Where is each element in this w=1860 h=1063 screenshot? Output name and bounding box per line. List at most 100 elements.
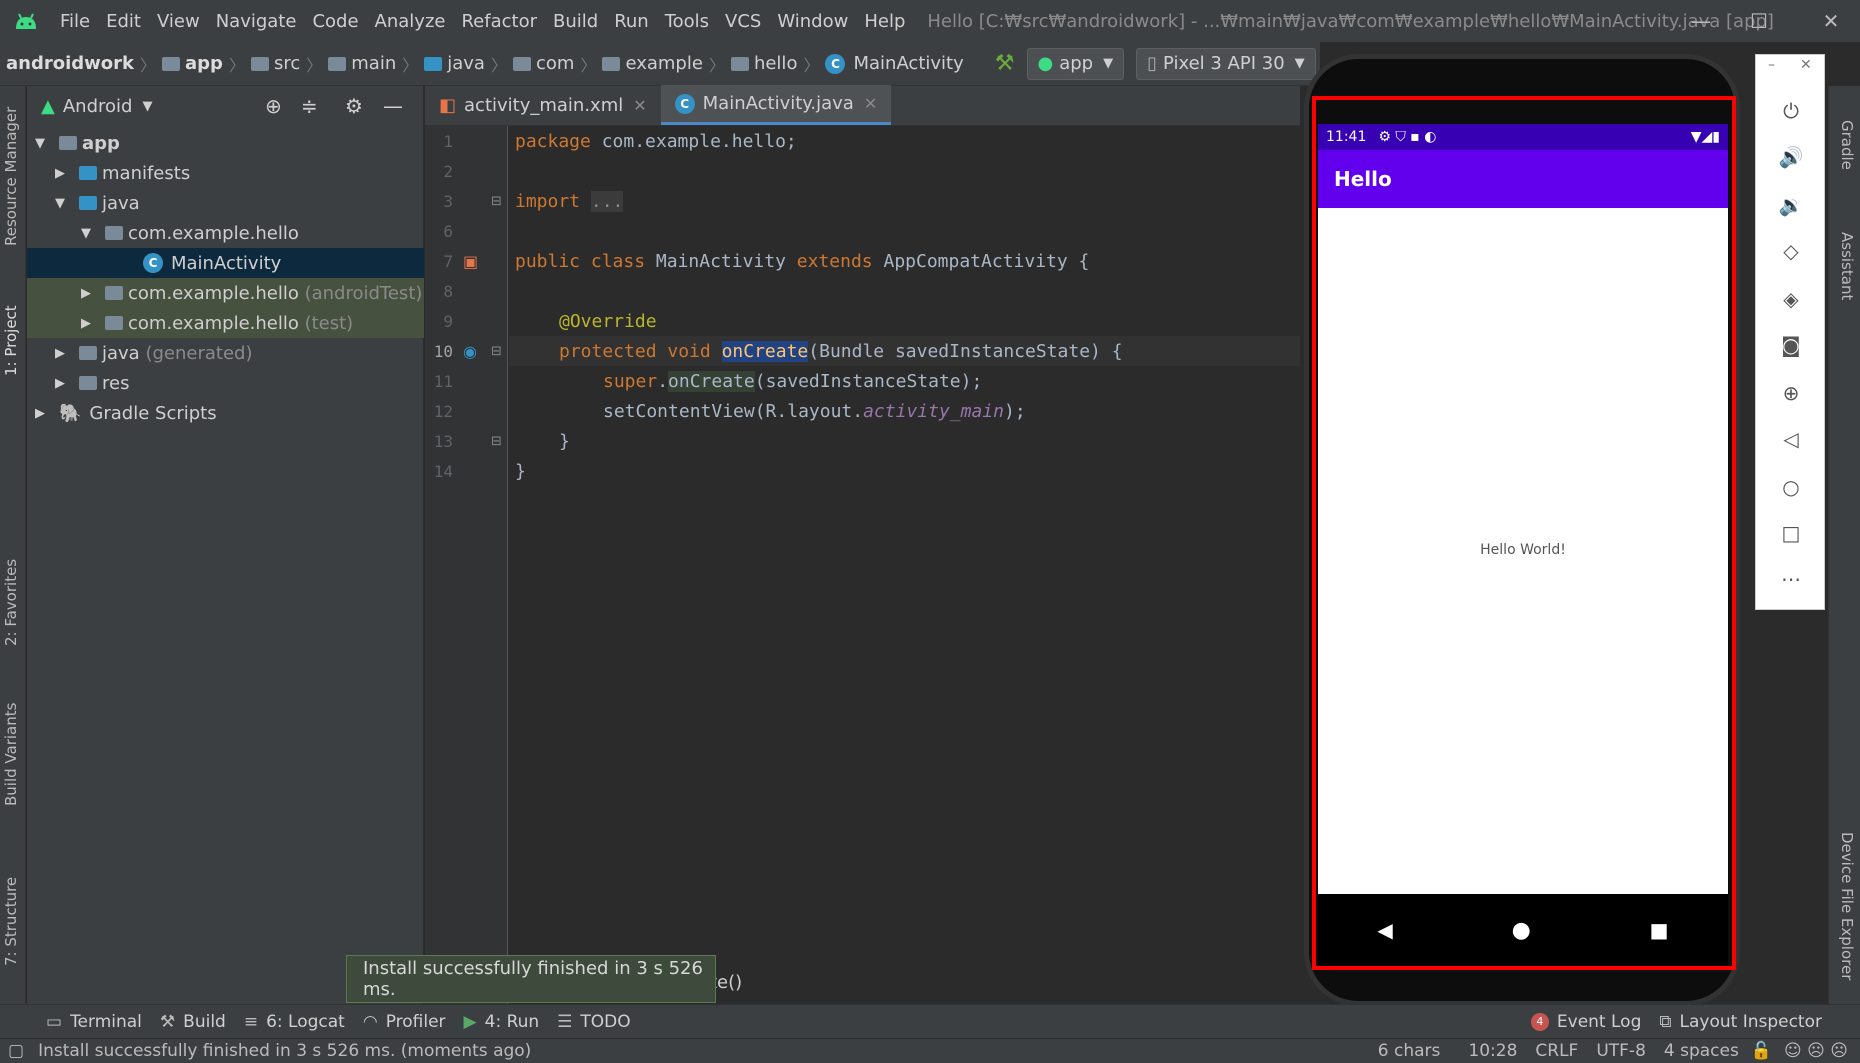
menu-build[interactable]: Build <box>545 11 606 32</box>
fold-icon[interactable]: ⊟ <box>491 434 502 449</box>
tree-item-java[interactable]: ▼ java <box>27 188 424 218</box>
tree-item-app[interactable]: ▼ app <box>27 128 424 158</box>
menu-refactor[interactable]: Refactor <box>453 11 545 32</box>
tool-todo[interactable]: ☰ TODO <box>557 1012 631 1032</box>
lock-icon[interactable]: 🔓 <box>1751 1041 1772 1061</box>
close-tab-icon[interactable]: ✕ <box>633 96 646 115</box>
tab-favorites[interactable]: 2: Favorites <box>2 559 20 646</box>
tool-run[interactable]: ▶ 4: Run <box>464 1012 540 1032</box>
volume-down-icon[interactable]: 🔉 <box>1756 193 1826 217</box>
gear-icon[interactable]: ⚙ <box>345 94 363 118</box>
collapse-all-icon[interactable]: ≑ <box>301 94 318 118</box>
device-dropdown[interactable]: ▯ Pixel 3 API 30 ▼ <box>1136 47 1316 80</box>
status-message[interactable]: Install successfully finished in 3 s 526… <box>38 1041 531 1061</box>
code-line-3: import ... <box>515 190 624 212</box>
menu-window[interactable]: Window <box>769 11 856 32</box>
zoom-icon[interactable]: ⊕ <box>1756 381 1826 405</box>
status-position[interactable]: 10:28 <box>1468 1041 1517 1061</box>
hide-panel-icon[interactable]: — <box>383 94 403 118</box>
more-icon[interactable]: ⋯ <box>1756 567 1826 591</box>
feedback-icons[interactable]: ☺ ☹ ☹ <box>1784 1041 1848 1061</box>
tree-item-java-generated[interactable]: ▶ java (generated) <box>27 338 424 368</box>
menu-view[interactable]: View <box>149 11 208 32</box>
tool-layout-inspector[interactable]: ⧉ Layout Inspector <box>1659 1012 1822 1032</box>
tree-item-package-test[interactable]: ▶ com.example.hello (test) <box>27 308 424 338</box>
camera-icon[interactable]: ◙ <box>1756 333 1826 357</box>
tab-resource-manager[interactable]: Resource Manager <box>2 107 20 246</box>
menu-vcs[interactable]: VCS <box>717 11 769 32</box>
fold-icon[interactable]: ⊟ <box>491 344 502 359</box>
status-line-separator[interactable]: CRLF <box>1535 1041 1578 1061</box>
left-tool-strip: Resource Manager 1: Project 2: Favorites… <box>0 86 26 1004</box>
tab-structure[interactable]: 7: Structure <box>2 877 20 966</box>
tool-event-log[interactable]: 4 Event Log <box>1530 1012 1641 1032</box>
notification-balloon[interactable]: Install successfully finished in 3 s 526… <box>346 955 716 1003</box>
fold-icon[interactable]: ⊟ <box>491 194 502 209</box>
override-marker-icon[interactable]: ◉ <box>463 342 477 361</box>
tab-gradle[interactable]: Gradle <box>1838 120 1856 170</box>
status-encoding[interactable]: UTF-8 <box>1596 1041 1646 1061</box>
breadcrumb-app[interactable]: app <box>159 53 226 74</box>
android-component-icon[interactable]: ▣ <box>463 252 478 271</box>
menu-analyze[interactable]: Analyze <box>367 11 454 32</box>
menu-navigate[interactable]: Navigate <box>208 11 305 32</box>
menu-code[interactable]: Code <box>304 11 366 32</box>
back-icon[interactable]: ◁ <box>1756 427 1826 451</box>
minimize-icon[interactable]: – <box>1768 57 1775 73</box>
tab-assistant[interactable]: Assistant <box>1838 232 1856 300</box>
tree-item-gradle-scripts[interactable]: ▶ 🐘 Gradle Scripts <box>27 398 424 428</box>
hammer-build-icon[interactable]: ⚒ <box>995 51 1015 76</box>
tree-item-res[interactable]: ▶ res <box>27 368 424 398</box>
tree-item-package-androidtest[interactable]: ▶ com.example.hello (androidTest) <box>27 278 424 308</box>
breadcrumb-main[interactable]: main <box>325 53 399 74</box>
close-icon[interactable]: ✕ <box>1802 0 1860 42</box>
tool-window-bar: ▭ Terminal ⚒ Build ≡ 6: Logcat ◠ Profiler ▶ 4… <box>0 1004 1860 1038</box>
close-icon[interactable]: ✕ <box>1800 57 1812 73</box>
rotate-right-icon[interactable]: ◈ <box>1756 287 1826 311</box>
close-tab-icon[interactable]: ✕ <box>864 94 877 113</box>
tool-profiler[interactable]: ◠ Profiler <box>363 1012 446 1032</box>
tree-item-manifests[interactable]: ▶ manifests <box>27 158 424 188</box>
tab-device-file-explorer[interactable]: Device File Explorer <box>1838 832 1856 980</box>
tool-terminal[interactable]: ▭ Terminal <box>46 1012 142 1032</box>
breadcrumb-androidwork[interactable]: androidwork <box>0 53 137 74</box>
tree-item-mainactivity[interactable]: C MainActivity <box>27 248 424 278</box>
run-config-dropdown[interactable]: ● app ▼ <box>1026 47 1125 80</box>
tree-item-package[interactable]: ▼ com.example.hello <box>27 218 424 248</box>
tool-build[interactable]: ⚒ Build <box>160 1012 226 1032</box>
rotate-left-icon[interactable]: ◇ <box>1756 239 1826 263</box>
menu-file[interactable]: File <box>52 11 98 32</box>
project-view-selector[interactable]: Android <box>63 96 133 117</box>
volume-up-icon[interactable]: 🔊 <box>1756 145 1826 169</box>
power-icon[interactable]: ⏻ <box>1756 99 1826 123</box>
code-editor[interactable]: package com.example.hello; import ... pu… <box>509 126 1300 1004</box>
breadcrumb-com[interactable]: com <box>510 53 577 74</box>
line-number: 9 <box>443 312 453 331</box>
breadcrumb-example[interactable]: example <box>599 53 705 74</box>
tool-logcat[interactable]: ≡ 6: Logcat <box>244 1012 345 1032</box>
overview-icon[interactable]: □ <box>1756 521 1826 545</box>
tab-build-variants[interactable]: Build Variants <box>2 703 20 806</box>
home-icon[interactable]: ○ <box>1756 475 1826 499</box>
minimize-icon[interactable]: — <box>1672 0 1730 42</box>
tab-activity-main-xml[interactable]: ◧ activity_main.xml ✕ <box>425 85 661 125</box>
package-icon <box>105 316 123 330</box>
menu-edit[interactable]: Edit <box>98 11 149 32</box>
toggle-tool-windows-icon[interactable]: ▢ <box>8 1041 24 1061</box>
breadcrumb-src[interactable]: src <box>248 53 303 74</box>
status-indent[interactable]: 4 spaces <box>1664 1041 1739 1061</box>
breadcrumb-java[interactable]: java <box>421 53 488 74</box>
tab-project[interactable]: 1: Project <box>2 305 20 376</box>
generated-folder-icon <box>79 346 97 360</box>
menu-run[interactable]: Run <box>606 11 657 32</box>
line-number: 6 <box>443 222 453 241</box>
menu-tools[interactable]: Tools <box>657 11 717 32</box>
maximize-icon[interactable]: ☐ <box>1730 0 1788 42</box>
resource-folder-icon <box>79 376 97 390</box>
tab-mainactivity-java[interactable]: C MainActivity.java ✕ <box>660 85 892 125</box>
locate-icon[interactable]: ⊕ <box>265 94 282 118</box>
menu-help[interactable]: Help <box>856 11 913 32</box>
breadcrumb-hello[interactable]: hello <box>728 53 801 74</box>
breadcrumb-mainactivity[interactable]: C MainActivity <box>822 53 966 74</box>
terminal-icon: ▭ <box>46 1011 63 1032</box>
